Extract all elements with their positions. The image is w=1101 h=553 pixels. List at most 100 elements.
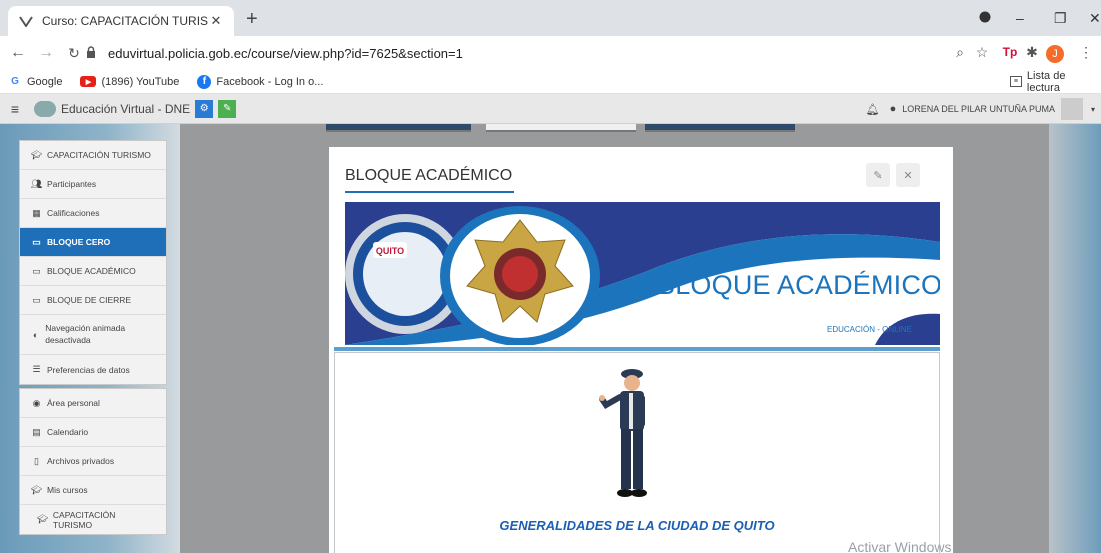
course-nav-group: 🎓︎ CAPACITACIÓN TURISMO 👥︎ Participantes…	[19, 140, 167, 385]
edit-mode-icon[interactable]: ✎	[218, 99, 237, 118]
nav-bloque-cero[interactable]: ▭ BLOQUE CERO	[20, 228, 166, 257]
moodle-favicon-icon	[18, 13, 34, 29]
user-avatar[interactable]	[1060, 98, 1083, 120]
graduation-cap-icon: 🎓︎	[30, 484, 43, 495]
browser-tabstrip: Curso: CAPACITACIÓN TURISMO ✕ + – ❐ ✕	[0, 0, 1101, 36]
bookmark-label: Google	[27, 75, 63, 88]
browser-tab[interactable]: Curso: CAPACITACIÓN TURISMO ✕	[8, 6, 234, 36]
back-icon[interactable]: ←	[6, 44, 30, 62]
police-officer-illustration	[599, 369, 647, 497]
modal-title: BLOQUE ACADÉMICO	[345, 167, 513, 184]
restore-icon[interactable]: ❐	[1054, 10, 1067, 27]
nav-bloque-academico[interactable]: ▭ BLOQUE ACADÉMICO	[20, 257, 166, 286]
nav-course-link[interactable]: 🎓︎ CAPACITACIÓN TURISMO	[20, 505, 166, 534]
google-icon: G	[11, 76, 19, 87]
user-name[interactable]: LORENA DEL PILAR UNTUÑA PUMA	[902, 104, 1055, 114]
banner-subtitle: EDUCACIÓN - ONLINE	[827, 325, 912, 334]
content-heading: GENERALIDADES DE LA CIUDAD DE QUITO	[499, 518, 775, 533]
nav-animated-toggle[interactable]: ◐ Navegación animada desactivada	[20, 315, 166, 355]
bookmark-youtube[interactable]: ▶ (1896) YouTube	[80, 76, 179, 88]
bookmark-google[interactable]: G Google	[8, 75, 62, 89]
bookmark-label: Facebook - Log In o...	[216, 75, 324, 88]
nav-my-courses[interactable]: 🎓︎ Mis cursos	[20, 476, 166, 505]
nav-label: Archivos privados	[47, 456, 115, 466]
nav-label: Navegación animada desactivada	[45, 323, 126, 345]
graduation-cap-icon: 🎓︎	[30, 149, 43, 160]
banner-title: BLOQUE ACADÉMICO	[657, 270, 940, 300]
nav-label: BLOQUE ACADÉMICO	[47, 266, 136, 276]
reading-list-label: Lista de lectura	[1026, 69, 1066, 94]
content-panel: GENERALIDADES DE LA CIUDAD DE QUITO	[334, 352, 940, 553]
background-right	[1049, 124, 1101, 553]
quito-logo-text: QUITO	[376, 246, 404, 256]
youtube-icon: ▶	[80, 76, 97, 87]
messages-icon[interactable]: ●	[890, 103, 897, 115]
zoom-icon[interactable]: ⌕	[950, 42, 970, 62]
bookmarks-bar: G Google ▶ (1896) YouTube f Facebook - L…	[0, 70, 1101, 94]
bookmark-facebook[interactable]: f Facebook - Log In o...	[197, 74, 324, 89]
new-tab-icon[interactable]: +	[246, 9, 258, 29]
table-icon: ▦	[32, 207, 41, 218]
reading-list[interactable]: ≡ Lista de lectura	[1010, 70, 1101, 94]
nav-label: Calificaciones	[47, 208, 100, 218]
browser-toolbar: ← → ↻ eduvirtual.policia.gob.ec/course/v…	[0, 36, 1101, 70]
site-brand[interactable]: Educación Virtual - DNE	[34, 100, 190, 117]
bookmark-star-icon[interactable]: ☆	[972, 42, 992, 62]
site-nav-group: ◉ Área personal ▤ Calendario ▯ Archivos …	[19, 388, 167, 535]
nav-label: Mis cursos	[47, 485, 88, 495]
nav-label: BLOQUE CERO	[47, 237, 111, 247]
facebook-icon: f	[197, 74, 212, 89]
edit-pencil-icon[interactable]: ✎	[866, 163, 890, 187]
settings-cog-icon[interactable]: ⚙	[195, 99, 214, 118]
nav-drawer: 🎓︎ CAPACITACIÓN TURISMO 👥︎ Participantes…	[19, 140, 167, 538]
section-thumbnail[interactable]	[326, 124, 471, 132]
file-icon: ▯	[34, 455, 39, 466]
user-menu-area: 🔔︎ ● LORENA DEL PILAR UNTUÑA PUMA ▾	[866, 94, 1101, 124]
address-bar[interactable]: eduvirtual.policia.gob.ec/course/view.ph…	[86, 40, 960, 66]
folder-icon: ▭	[32, 265, 41, 276]
nav-label: CAPACITACIÓN TURISMO	[47, 150, 151, 160]
section-thumbnail[interactable]	[486, 124, 636, 132]
database-icon: ☰	[32, 364, 41, 374]
nav-course-home[interactable]: 🎓︎ CAPACITACIÓN TURISMO	[20, 141, 166, 170]
lock-icon	[86, 45, 100, 61]
profile-initial: J	[1046, 45, 1064, 63]
bookmark-label: (1896) YouTube	[101, 75, 180, 88]
moodle-navbar: ≡ Educación Virtual - DNE ⚙ ✎ 🔔︎ ● LOREN…	[0, 94, 1101, 124]
user-dropdown-icon[interactable]: ▾	[1091, 105, 1095, 114]
nav-calendar[interactable]: ▤ Calendario	[20, 418, 166, 447]
reload-icon[interactable]: ↻	[62, 45, 86, 62]
menu-kebab-icon[interactable]: ⋮	[1076, 42, 1096, 62]
nav-label: CAPACITACIÓN TURISMO	[52, 509, 116, 530]
folder-icon: ▭	[32, 236, 41, 247]
extensions-puzzle-icon[interactable]: ✱	[1022, 42, 1042, 62]
hamburger-menu-icon[interactable]: ≡	[0, 101, 30, 117]
nav-label: Calendario	[47, 427, 89, 437]
windows-activation-watermark: Activar Windows	[848, 539, 952, 553]
forward-icon[interactable]: →	[34, 44, 58, 62]
nav-data-preferences[interactable]: ☰ Preferencias de datos	[20, 355, 166, 384]
nav-participants[interactable]: 👥︎ Participantes	[20, 170, 166, 199]
section-modal: BLOQUE ACADÉMICO ✎ ✕ QUITO BLOQUE ACADÉM…	[329, 147, 953, 553]
minimize-icon[interactable]: –	[1016, 10, 1024, 26]
extension-tp-icon[interactable]: Tp	[1000, 42, 1020, 62]
tab-close-icon[interactable]: ✕	[208, 13, 224, 29]
nav-dashboard[interactable]: ◉ Área personal	[20, 389, 166, 418]
reading-list-icon: ≡	[1010, 76, 1022, 87]
close-window-icon[interactable]: ✕	[1089, 10, 1101, 27]
notifications-bell-icon[interactable]: 🔔︎	[866, 103, 880, 116]
profile-dot-icon[interactable]	[979, 10, 991, 26]
section-banner: QUITO BLOQUE ACADÉMICO EDUCACIÓN - ONLIN…	[345, 202, 940, 345]
nav-bloque-cierre[interactable]: ▭ BLOQUE DE CIERRE	[20, 286, 166, 315]
site-logo-icon	[34, 100, 56, 117]
nav-label: BLOQUE DE CIERRE	[47, 295, 132, 305]
title-underline	[345, 191, 514, 193]
section-thumbnail[interactable]	[645, 124, 795, 132]
dashboard-icon: ◉	[32, 397, 41, 408]
tab-title: Curso: CAPACITACIÓN TURISMO	[42, 14, 208, 28]
profile-avatar[interactable]: J	[1045, 42, 1065, 63]
users-icon: 👥︎	[30, 178, 43, 189]
nav-grades[interactable]: ▦ Calificaciones	[20, 199, 166, 228]
modal-close-icon[interactable]: ✕	[896, 163, 920, 187]
nav-private-files[interactable]: ▯ Archivos privados	[20, 447, 166, 476]
